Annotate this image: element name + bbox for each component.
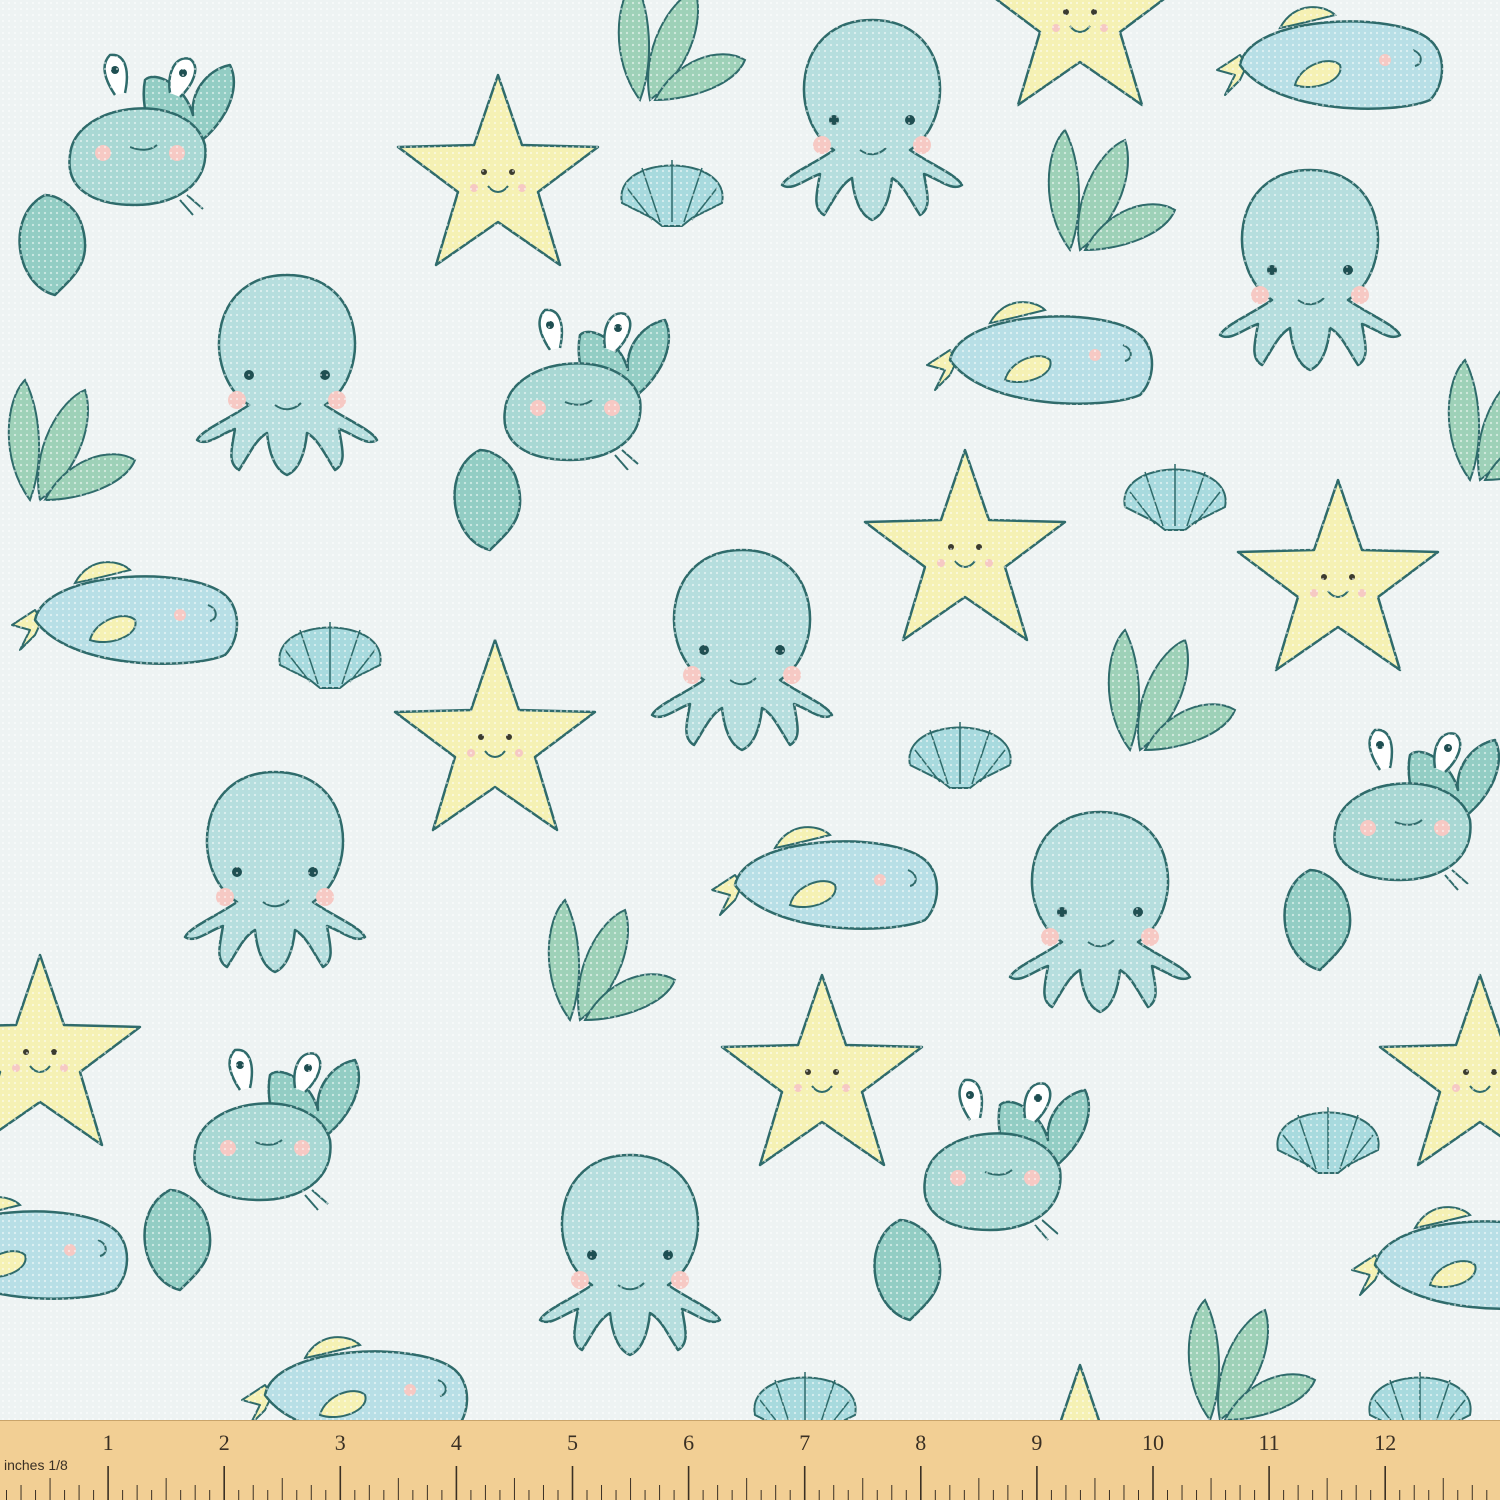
ruler-number: 2: [219, 1430, 230, 1455]
sea-creature-pattern: [0, 0, 1500, 1420]
ruler-number: 6: [683, 1430, 694, 1455]
ruler-number: 4: [451, 1430, 462, 1455]
ruler-number: 3: [335, 1430, 346, 1455]
ruler-number: 7: [799, 1430, 810, 1455]
ruler-number: 10: [1142, 1430, 1164, 1455]
measuring-ruler: 1 2 3 4 5 6 7 8 9 10 11 12 inches 1/8: [0, 1420, 1500, 1500]
ruler-number: 1: [103, 1430, 114, 1455]
ruler-number: 8: [915, 1430, 926, 1455]
ruler-number: 5: [567, 1430, 578, 1455]
ruler-unit-label: inches 1/8: [4, 1457, 68, 1473]
ruler-number: 12: [1374, 1430, 1396, 1455]
ruler-number: 11: [1259, 1430, 1280, 1455]
ruler-number: 9: [1031, 1430, 1042, 1455]
